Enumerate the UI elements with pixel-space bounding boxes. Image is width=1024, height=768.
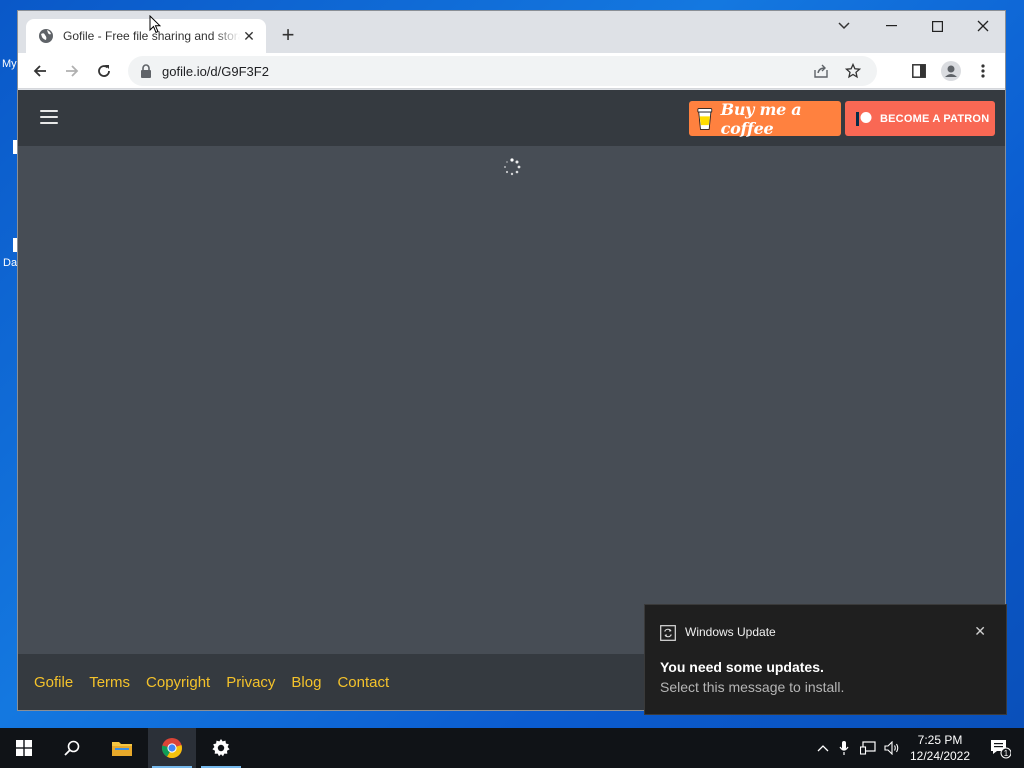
lock-icon xyxy=(141,64,151,78)
show-hidden-icons-chevron-icon[interactable] xyxy=(814,744,832,752)
network-icon[interactable] xyxy=(856,741,880,755)
back-button[interactable] xyxy=(24,55,56,87)
globe-icon xyxy=(39,29,53,43)
buy-me-a-coffee-label: Buy me a coffee xyxy=(720,99,802,138)
address-bar[interactable]: gofile.io/d/G9F3F2 xyxy=(128,56,877,86)
browser-titlebar: Gofile - Free file sharing and storage ✕… xyxy=(18,11,1005,53)
mouse-cursor-icon xyxy=(149,15,161,34)
system-tray xyxy=(814,728,904,768)
share-icon[interactable] xyxy=(805,55,837,87)
menu-kebab-icon[interactable] xyxy=(967,55,999,87)
gear-icon xyxy=(212,739,230,757)
site-header: Buy me a coffee BECOME A PATRON xyxy=(18,90,1005,146)
windows-update-icon xyxy=(660,625,676,641)
new-tab-button[interactable]: + xyxy=(276,24,300,48)
taskbar-settings[interactable] xyxy=(197,728,245,768)
become-a-patron-label: BECOME A PATRON xyxy=(880,112,990,125)
notification-icon: 1 xyxy=(991,740,1011,759)
loading-spinner-icon xyxy=(504,158,521,176)
notification-app-name: Windows Update xyxy=(685,625,776,639)
become-a-patron-button[interactable]: BECOME A PATRON xyxy=(845,101,995,136)
search-button[interactable] xyxy=(48,728,96,768)
volume-icon[interactable] xyxy=(880,741,904,755)
search-icon xyxy=(64,740,80,756)
side-panel-icon[interactable] xyxy=(903,55,935,87)
notification-close-icon[interactable]: ✕ xyxy=(974,623,986,640)
profile-avatar-icon[interactable] xyxy=(935,55,967,87)
action-center-button[interactable]: 1 xyxy=(976,728,1024,768)
footer-link-blog[interactable]: Blog xyxy=(291,674,321,691)
start-button[interactable] xyxy=(0,728,48,768)
footer-link-privacy[interactable]: Privacy xyxy=(226,674,275,691)
folder-icon xyxy=(112,742,132,756)
maximize-button[interactable] xyxy=(914,11,960,41)
taskbar-clock[interactable]: 7:25 PM 12/24/2022 xyxy=(905,732,975,764)
notification-title: You need some updates. xyxy=(660,659,824,675)
minimize-button[interactable] xyxy=(868,11,914,41)
browser-tab[interactable]: Gofile - Free file sharing and storage ✕ xyxy=(26,19,266,53)
browser-toolbar: gofile.io/d/G9F3F2 xyxy=(18,53,1005,89)
bookmark-star-icon[interactable] xyxy=(837,55,869,87)
forward-button[interactable] xyxy=(56,55,88,87)
coffee-cup-icon xyxy=(697,107,713,130)
microphone-icon[interactable] xyxy=(832,740,856,756)
close-window-button[interactable] xyxy=(960,11,1005,41)
patreon-logo-icon xyxy=(856,111,872,126)
desktop-icon-label-fragment: Da xyxy=(3,257,18,269)
taskbar: 7:25 PM 12/24/2022 1 xyxy=(0,728,1024,768)
url-text: gofile.io/d/G9F3F2 xyxy=(162,63,269,79)
hamburger-menu-icon[interactable] xyxy=(40,110,58,126)
tab-search-icon[interactable] xyxy=(821,11,867,41)
chrome-icon xyxy=(161,738,182,759)
notification-count: 1 xyxy=(1004,749,1009,758)
taskbar-file-explorer[interactable] xyxy=(98,728,146,768)
taskbar-chrome[interactable] xyxy=(148,728,196,768)
footer-link-terms[interactable]: Terms xyxy=(89,674,130,691)
tab-close-icon[interactable]: ✕ xyxy=(240,28,258,45)
clock-time: 7:25 PM xyxy=(917,733,963,747)
footer-link-contact[interactable]: Contact xyxy=(337,674,389,691)
footer-link-copyright[interactable]: Copyright xyxy=(146,674,210,691)
clock-date: 12/24/2022 xyxy=(909,749,971,763)
windows-update-notification[interactable]: Windows Update ✕ You need some updates. … xyxy=(644,604,1007,715)
notification-body: Select this message to install. xyxy=(660,679,845,695)
desktop-icon-label-fragment: My xyxy=(2,58,17,70)
footer-link-gofile[interactable]: Gofile xyxy=(34,674,73,691)
buy-me-a-coffee-button[interactable]: Buy me a coffee xyxy=(689,99,841,138)
windows-logo-icon xyxy=(16,740,32,756)
reload-button[interactable] xyxy=(88,55,120,87)
